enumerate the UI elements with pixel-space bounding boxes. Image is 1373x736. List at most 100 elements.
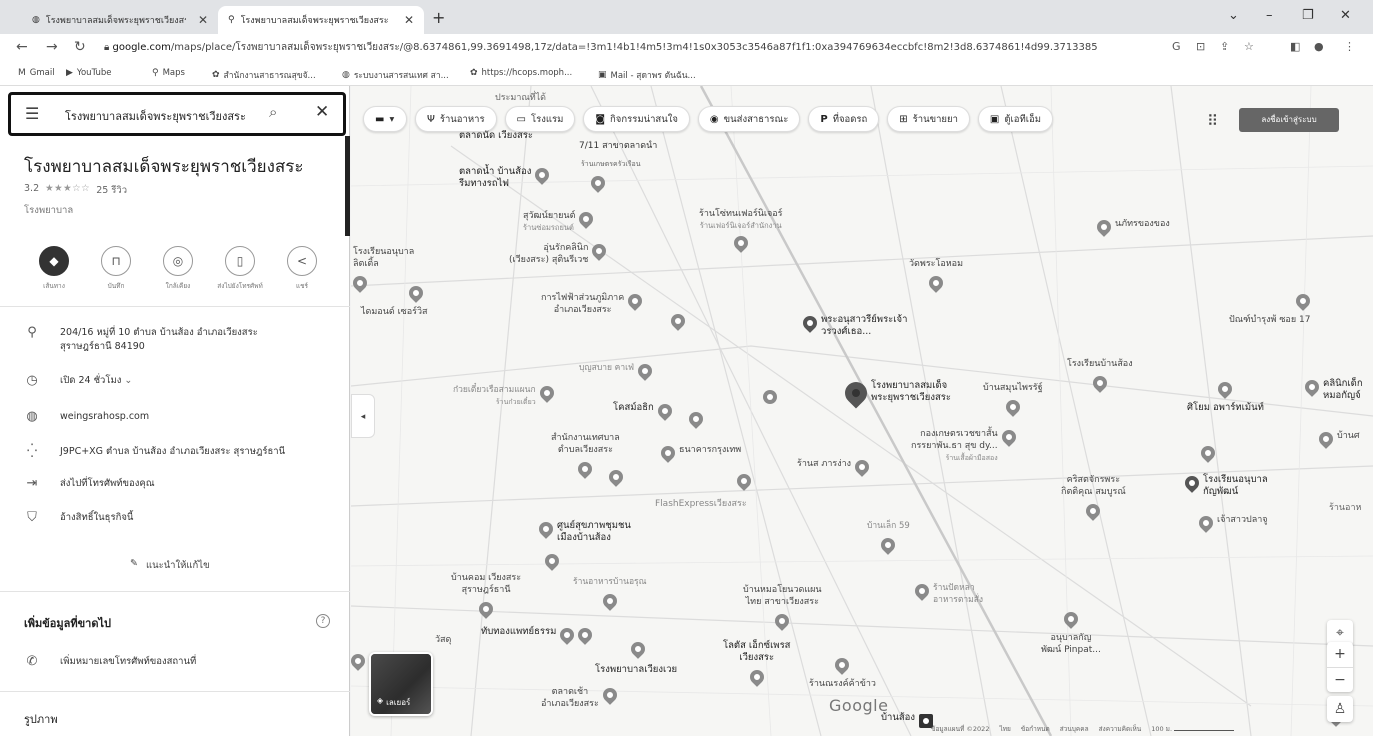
map-poi[interactable]: บ้านสมุนไพรรัฐ์ [983,382,1043,417]
map-poi[interactable]: นภัทรของของ [1094,217,1170,237]
reload-icon[interactable]: ↻ [74,39,86,55]
map-poi[interactable]: โรงเรียนอนุบาล กัญพัฒน์ [1182,473,1268,498]
bookmark-maps[interactable]: ⚲ Maps [152,68,185,78]
map-poi[interactable]: คลินิกเด็ก หมอกัญจ์ [1302,377,1363,402]
browser-tab-active[interactable]: ⚲ โรงพยาบาลสมเด็จพระยุพราชเวียงสระ ✕ [218,6,424,34]
map-poi[interactable]: บ้านส้อง [881,712,934,728]
map-poi[interactable]: ร้านปัดหลา อาหารตามสั่ง [912,581,983,606]
google-icon[interactable]: G [1172,40,1181,53]
url-field[interactable]: 🔒︎ google.com/maps/place/โรงพยาบาลสมเด็จ… [104,40,1114,55]
maximize-icon[interactable]: ❐ [1302,8,1314,23]
map-poi[interactable]: ร้านณรงค์ค้าข้าว [809,655,876,690]
bookmark-gmail[interactable]: M Gmail [18,68,55,78]
map-poi[interactable] [628,639,648,659]
close-icon[interactable]: ✕ [315,102,329,122]
map-poi[interactable]: อุ่นรักคลินิก (เวียงสระ) สุตินรีเวช [509,241,610,266]
collapse-panel-button[interactable]: ◂ [351,394,375,438]
forward-icon[interactable]: → [46,39,58,55]
google-apps-icon[interactable]: ⠿ [1207,112,1218,130]
map-poi[interactable] [734,471,754,491]
claim-row[interactable]: ⛉ อ้างสิทธิ์ในธุรกิจนี้ [24,511,344,525]
menu-icon[interactable]: ☰ [25,104,39,123]
map-poi[interactable]: โลตัส เอ็กซ์เพรส เวียงสระ [723,640,790,687]
more-icon[interactable]: ⋮ [1344,40,1355,53]
sign-in-button[interactable]: ลงชื่อเข้าสู่ระบบ [1239,108,1339,132]
new-tab-icon[interactable]: + [432,8,445,27]
map-poi[interactable] [542,551,562,571]
profile-icon[interactable]: ● [1314,40,1324,53]
map-poi[interactable]: ตลาดนัด เวียงสระ [459,130,533,142]
map-poi[interactable]: ตลาดเช้า อำเภอเวียงสระ [541,685,620,710]
map-poi[interactable]: ไดมอนด์ เซอร์วิส [361,283,428,318]
map-poi[interactable]: ร้านอาหารบ้านอรุณ [573,576,647,611]
map-poi[interactable]: ศิโยม อพาร์ทเม้นท์ [1187,379,1264,414]
map-poi[interactable] [763,388,777,404]
website-link[interactable]: weingsrahosp.com [60,410,149,424]
map-poi[interactable]: บ้านศ [1316,429,1360,449]
chip-pharmacy[interactable]: ⊞ ร้านขายยา [887,106,970,132]
share-page-icon[interactable]: ⇪ [1220,40,1229,53]
send-to-phone-row[interactable]: ⇥ ส่งไปที่โทรศัพท์ของคุณ [24,477,344,491]
share-button[interactable]: < แชร์ [272,246,332,291]
map-poi[interactable] [606,467,626,487]
browser-tab[interactable]: ◍ โรงพยาบาลสมเด็จพระยุพราชเวียงสระ ✕ [22,6,218,34]
map-poi[interactable]: วัดพระโอหอม [909,258,963,293]
review-count[interactable]: 25 รีวิว [96,183,127,198]
sidebar-icon[interactable]: ◧ [1290,40,1300,53]
chip-parking[interactable]: P ที่จอดรถ [808,106,880,132]
map-poi[interactable]: สุวัฒน์ยายนต์ ร้านซ่อมรถยนต์ [523,209,597,234]
close-window-icon[interactable]: ✕ [1340,8,1351,23]
map-poi[interactable]: ทับทองแพทย์ธรรม [481,625,596,645]
place-category[interactable]: โรงพยาบาล [24,203,73,218]
map-poi[interactable]: ศูนย์สุขภาพชุมชน เมืองบ้านส้อง [536,519,631,544]
add-phone-row[interactable]: ✆ เพิ่มหมายเลขโทรศัพท์ของสถานที่ [24,655,344,669]
zoom-in-button[interactable]: + [1327,642,1353,667]
address-row[interactable]: ⚲ 204/16 หมู่ที่ 10 ตำบล บ้านส้อง อำเภอเ… [24,326,344,354]
map-canvas[interactable]: ▬ ▾ Ψ ร้านอาหาร ▭ โรงแรม ◙ กิจกรรมน่าสนใจ ◉ ข… [351,86,1373,736]
map-poi[interactable]: บ้านคอม เวียงสระ สุราษฎร์ธานี [451,572,521,619]
chevron-down-icon[interactable]: ⌄ [124,375,132,386]
map-poi[interactable]: วัสดุ [435,634,451,646]
map-poi[interactable]: บุญสบาย คาเฟ่ [579,361,655,381]
map-poi[interactable]: ร้านโซ่ทนเฟอร์นิเจอร์ ร้านเฟอร์นิเจอร์สำน… [699,208,783,253]
map-poi[interactable]: เจ้าสาวปลาจู [1196,513,1268,533]
search-icon[interactable]: ⌕ [269,103,277,121]
map-poi[interactable] [668,311,688,331]
map-poi[interactable]: ธนาคารกรุงเทพ [658,443,741,463]
chip-atm[interactable]: ▣ ตู้เอทีเอ็ม [977,106,1053,132]
star-icon[interactable]: ☆ [1244,40,1254,53]
help-icon[interactable]: ? [316,614,330,628]
chip-attractions[interactable]: ◙ กิจกรรมน่าสนใจ [583,106,690,132]
map-poi[interactable] [351,651,368,671]
send-to-phone-button[interactable]: ▯ ส่งไปยังโทรศัพท์ [210,246,270,291]
map-poi[interactable] [686,409,706,429]
tab-search-icon[interactable]: ⌄ [1228,8,1239,23]
save-button[interactable]: ⊓ บันทึก [86,246,146,291]
map-poi[interactable]: อนุบาลกัญ พัฒน์ Pinpat... [1041,609,1101,656]
bookmark-item[interactable]: ▣ Mail - สุดาพร ตันฉัน... [598,68,696,82]
back-icon[interactable]: ← [16,39,28,55]
bookmark-item[interactable]: ◍ ระบบงานสารสนเทศ สา... [342,68,449,82]
bookmark-item[interactable]: ✿ https://hcops.moph... [470,68,572,78]
suggest-edit-button[interactable]: ✎ แนะนำให้แก้ไข [130,558,210,573]
screenshot-icon[interactable]: ⊡ [1196,40,1205,53]
bookmark-youtube[interactable]: ▶ YouTube [66,68,112,78]
street-view-pegman[interactable]: ♙ [1327,696,1353,722]
map-poi[interactable]: บ้านหมอโยนวดแผน ไทย สาขาเวียงสระ [743,584,822,631]
search-box[interactable]: ☰ โรงพยาบาลสมเด็จพระยุพราชเวียงสระ ⌕ ✕ [8,92,346,136]
map-poi[interactable]: บ้านเล็ก 59 [867,520,910,555]
chip-restaurants[interactable]: Ψ ร้านอาหาร [415,106,497,132]
plus-code-row[interactable]: ⁛ J9PC+XG ตำบล บ้านส้อง อำเภอเวียงสระ สุ… [24,445,344,459]
chip-hotels[interactable]: ▭ โรงแรม [504,106,576,132]
map-poi[interactable]: โรงเรียนอนุบาล ลิตเติ้ล [351,246,414,293]
rating-row[interactable]: 3.2 ★★★☆☆ 25 รีวิว [24,183,127,198]
nearby-button[interactable]: ◎ ใกล้เคียง [148,246,208,291]
feedback-link[interactable]: ส่งความคิดเห็น [1099,724,1142,734]
map-poi[interactable]: พระอนุสาวรีย์พระเจ้า วรวงศ์เธอ... [800,313,907,338]
close-tab-icon[interactable]: ✕ [404,13,414,27]
map-poi[interactable]: การไฟฟ้าส่วนภูมิภาค อำเภอเวียงสระ [541,291,646,316]
layers-toggle[interactable]: ◈ เลเยอร์ [369,652,433,716]
map-poi[interactable]: ตลาดน้ำ บ้านส้อง รีมทางรถไฟ [459,165,553,190]
hours-row[interactable]: ◷ เปิด 24 ชั่วโมง ⌄ [24,374,344,388]
scale-bar[interactable]: 100 ม. [1151,724,1235,734]
